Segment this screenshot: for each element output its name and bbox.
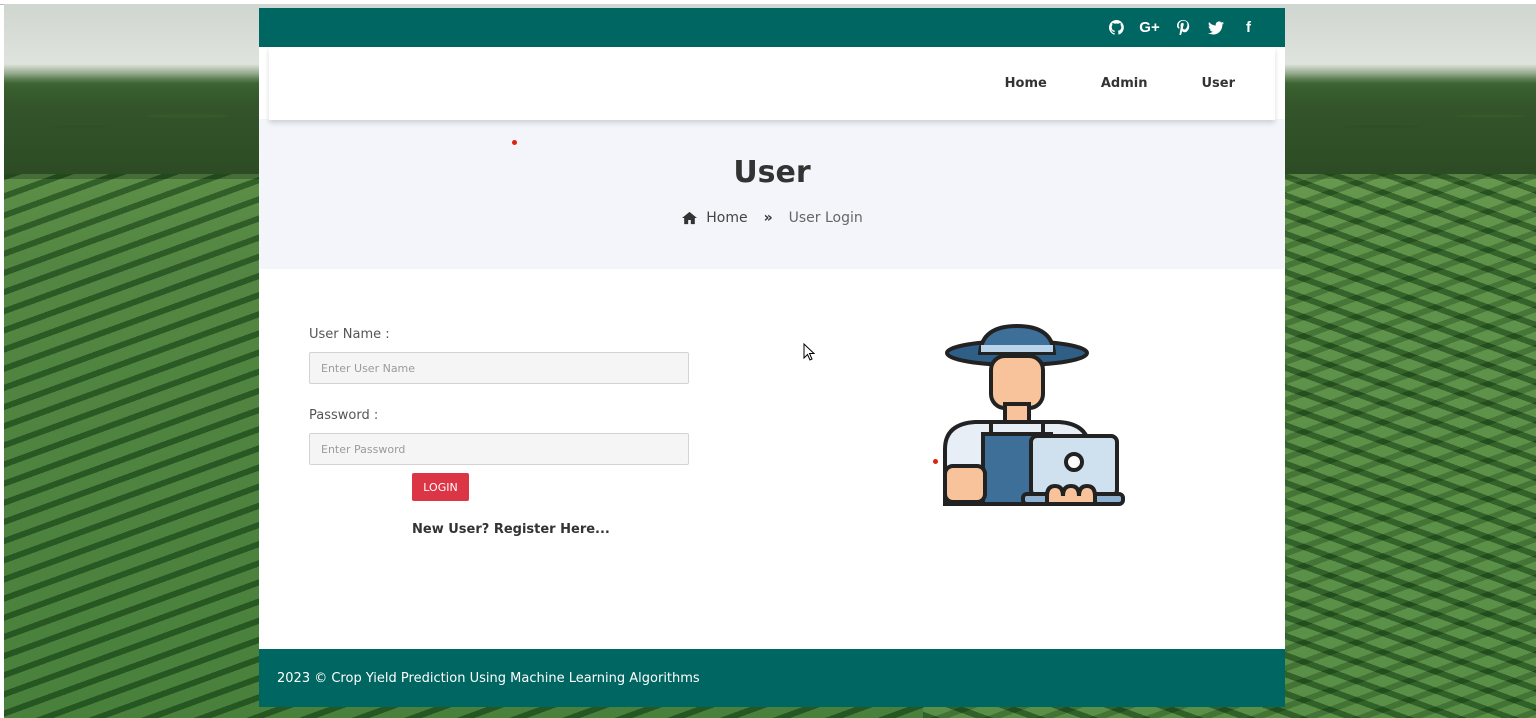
facebook-icon[interactable]: f <box>1232 8 1265 47</box>
username-input[interactable] <box>309 352 689 384</box>
login-form: User Name : Password : <box>309 327 691 489</box>
page-header-section: User Home » User Login <box>259 119 1285 269</box>
password-input[interactable] <box>309 433 689 465</box>
nav-home-link[interactable]: Home <box>1005 76 1047 91</box>
home-icon <box>682 211 698 225</box>
red-dot-marker <box>512 140 517 145</box>
breadcrumb-current: User Login <box>788 210 863 226</box>
footer-copyright: 2023 © Crop Yield Prediction Using Machi… <box>277 670 700 686</box>
google-plus-icon[interactable]: G+ <box>1133 8 1166 47</box>
register-link[interactable]: New User? Register Here... <box>412 522 610 537</box>
main-navbar: Home Admin User <box>269 47 1275 120</box>
page-title: User <box>733 155 811 190</box>
password-label: Password : <box>309 408 379 423</box>
nav-user-link[interactable]: User <box>1201 76 1235 91</box>
farmer-with-laptop-illustration <box>943 324 1125 506</box>
page-footer: 2023 © Crop Yield Prediction Using Machi… <box>259 649 1285 707</box>
top-social-bar: G+ f <box>259 8 1285 47</box>
page-container: G+ f Home Admin User User Home » User Lo… <box>259 8 1285 707</box>
pinterest-icon[interactable] <box>1166 8 1199 47</box>
login-button[interactable]: LOGIN <box>412 473 469 501</box>
breadcrumb-home-link[interactable]: Home <box>706 210 747 226</box>
login-content: User Name : Password : LOGIN New User? R… <box>259 269 1285 647</box>
username-label: User Name : <box>309 327 390 342</box>
twitter-icon[interactable] <box>1199 8 1232 47</box>
github-icon[interactable] <box>1100 8 1133 47</box>
breadcrumb: Home » User Login <box>259 210 1285 226</box>
nav-admin-link[interactable]: Admin <box>1101 76 1148 91</box>
double-chevron-right-icon: » <box>763 210 773 226</box>
mouse-cursor-icon <box>803 343 815 361</box>
